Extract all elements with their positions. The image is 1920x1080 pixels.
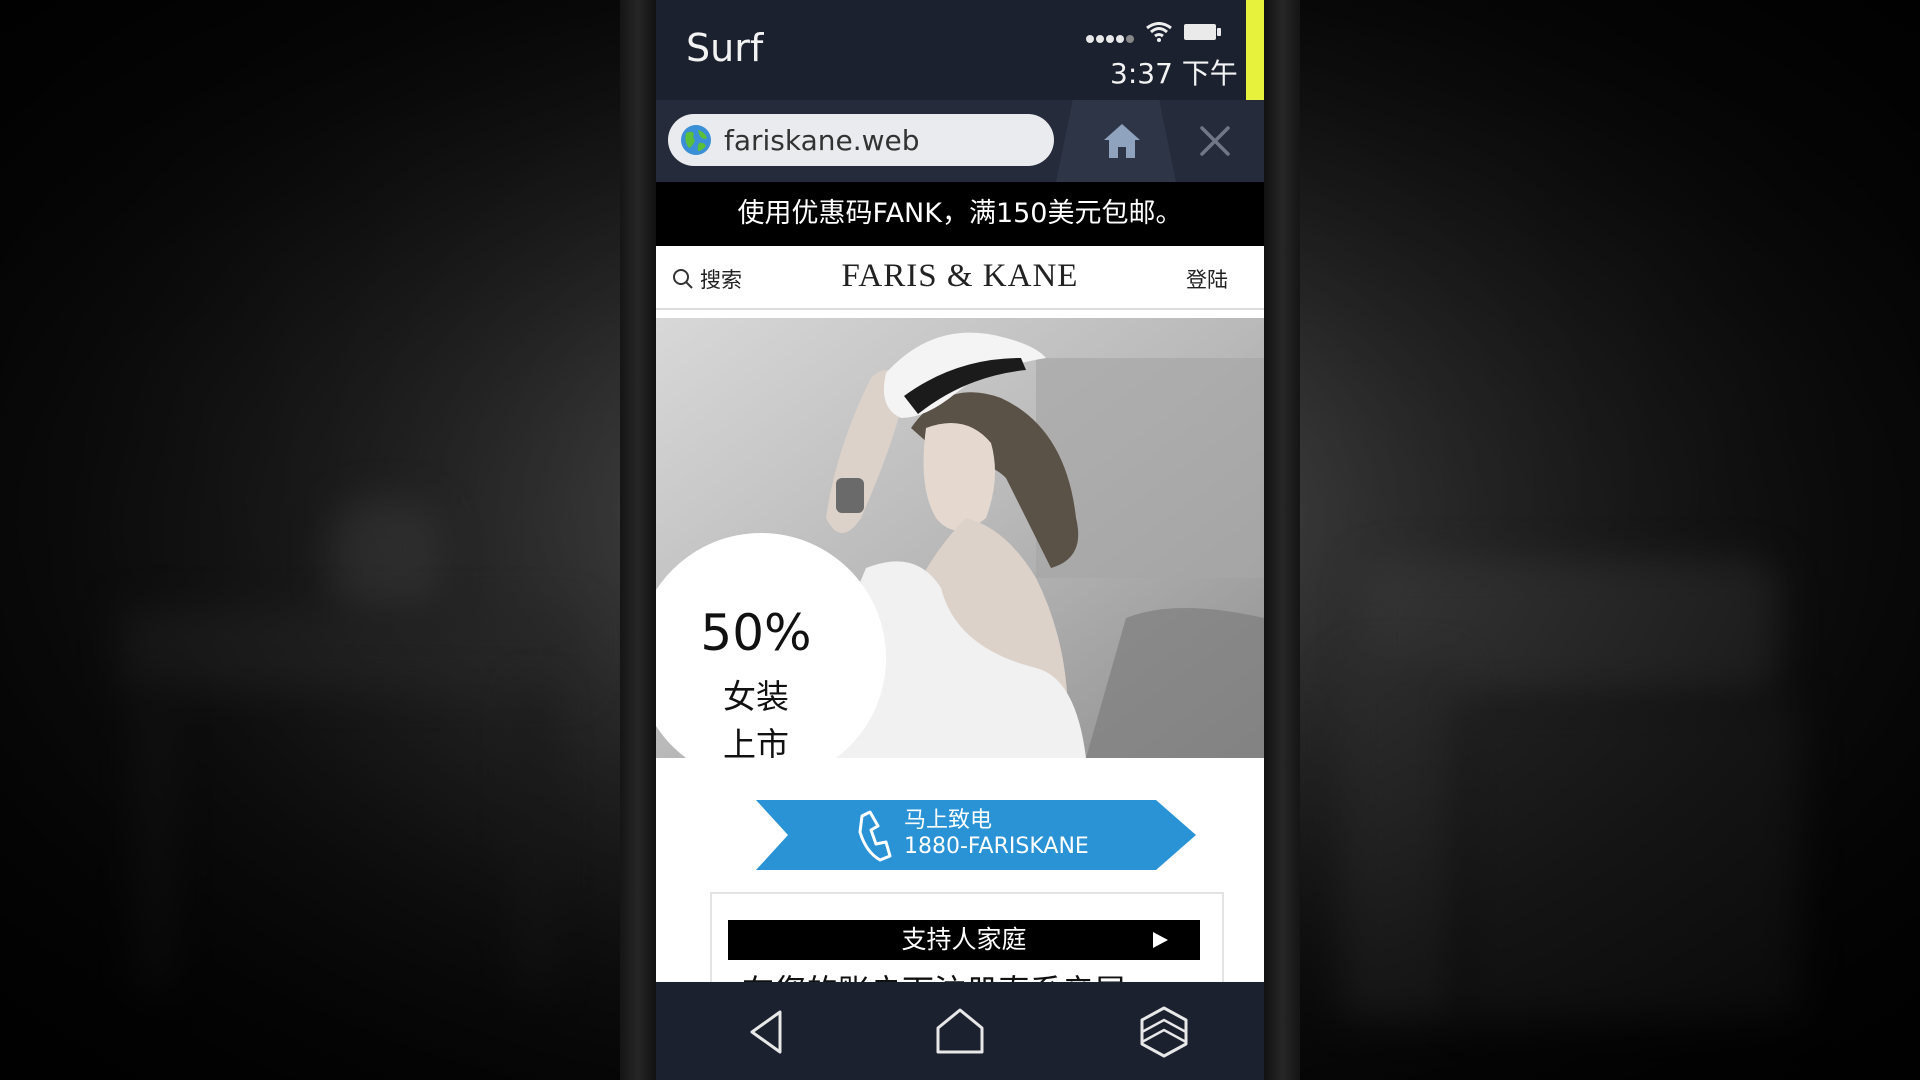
address-bar[interactable]: fariskane.web — [668, 114, 1054, 166]
sale-line-2: 上市 — [723, 725, 789, 758]
phone-bezel-right — [1264, 0, 1300, 1080]
web-content: 使用优惠码FANK，满150美元包邮。 搜索 FARIS & KANE 登陆 5… — [656, 182, 1264, 982]
app-title: Surf — [686, 26, 764, 70]
call-label: 马上致电 — [904, 808, 993, 833]
battery-icon — [1184, 24, 1221, 40]
play-arrow-icon — [1153, 932, 1168, 948]
hexagon-apps-icon[interactable] — [1136, 1004, 1192, 1060]
hero-banner[interactable]: 50% 女装 上市 — [656, 318, 1264, 758]
browser-toolbar: fariskane.web — [656, 100, 1264, 182]
phone-screen: Surf 3:37 下午 fariskane.web 使用优惠码FANK，满15… — [656, 0, 1264, 1080]
accent-bar — [1246, 0, 1264, 100]
call-number: 1880-FARISKANE — [904, 834, 1089, 859]
phone-bezel-left — [620, 0, 656, 1080]
family-support-title[interactable]: 支持人家庭 — [728, 920, 1200, 960]
site-header: 搜索 FARIS & KANE 登陆 — [656, 246, 1264, 310]
close-icon[interactable] — [1198, 124, 1232, 158]
promo-banner: 使用优惠码FANK，满150美元包邮。 — [656, 182, 1264, 246]
wifi-icon — [1146, 22, 1172, 42]
status-bar: Surf 3:37 下午 — [656, 0, 1264, 100]
family-support-text: 在您的账户下注册直系亲属。 — [742, 966, 1158, 982]
clock: 3:37 下午 — [1110, 57, 1238, 90]
brand-logo[interactable]: FARIS & KANE — [656, 258, 1264, 295]
home-outline-icon[interactable] — [932, 1004, 988, 1060]
home-icon[interactable] — [1102, 122, 1142, 160]
login-link[interactable]: 登陆 — [1186, 264, 1228, 294]
url-text: fariskane.web — [724, 124, 920, 157]
signal-icon — [1086, 28, 1136, 43]
back-icon[interactable] — [740, 1004, 796, 1060]
globe-icon — [681, 125, 711, 155]
sale-line-1: 女装 — [723, 677, 789, 716]
sale-percent: 50% — [700, 604, 812, 662]
system-nav-bar — [656, 982, 1264, 1080]
